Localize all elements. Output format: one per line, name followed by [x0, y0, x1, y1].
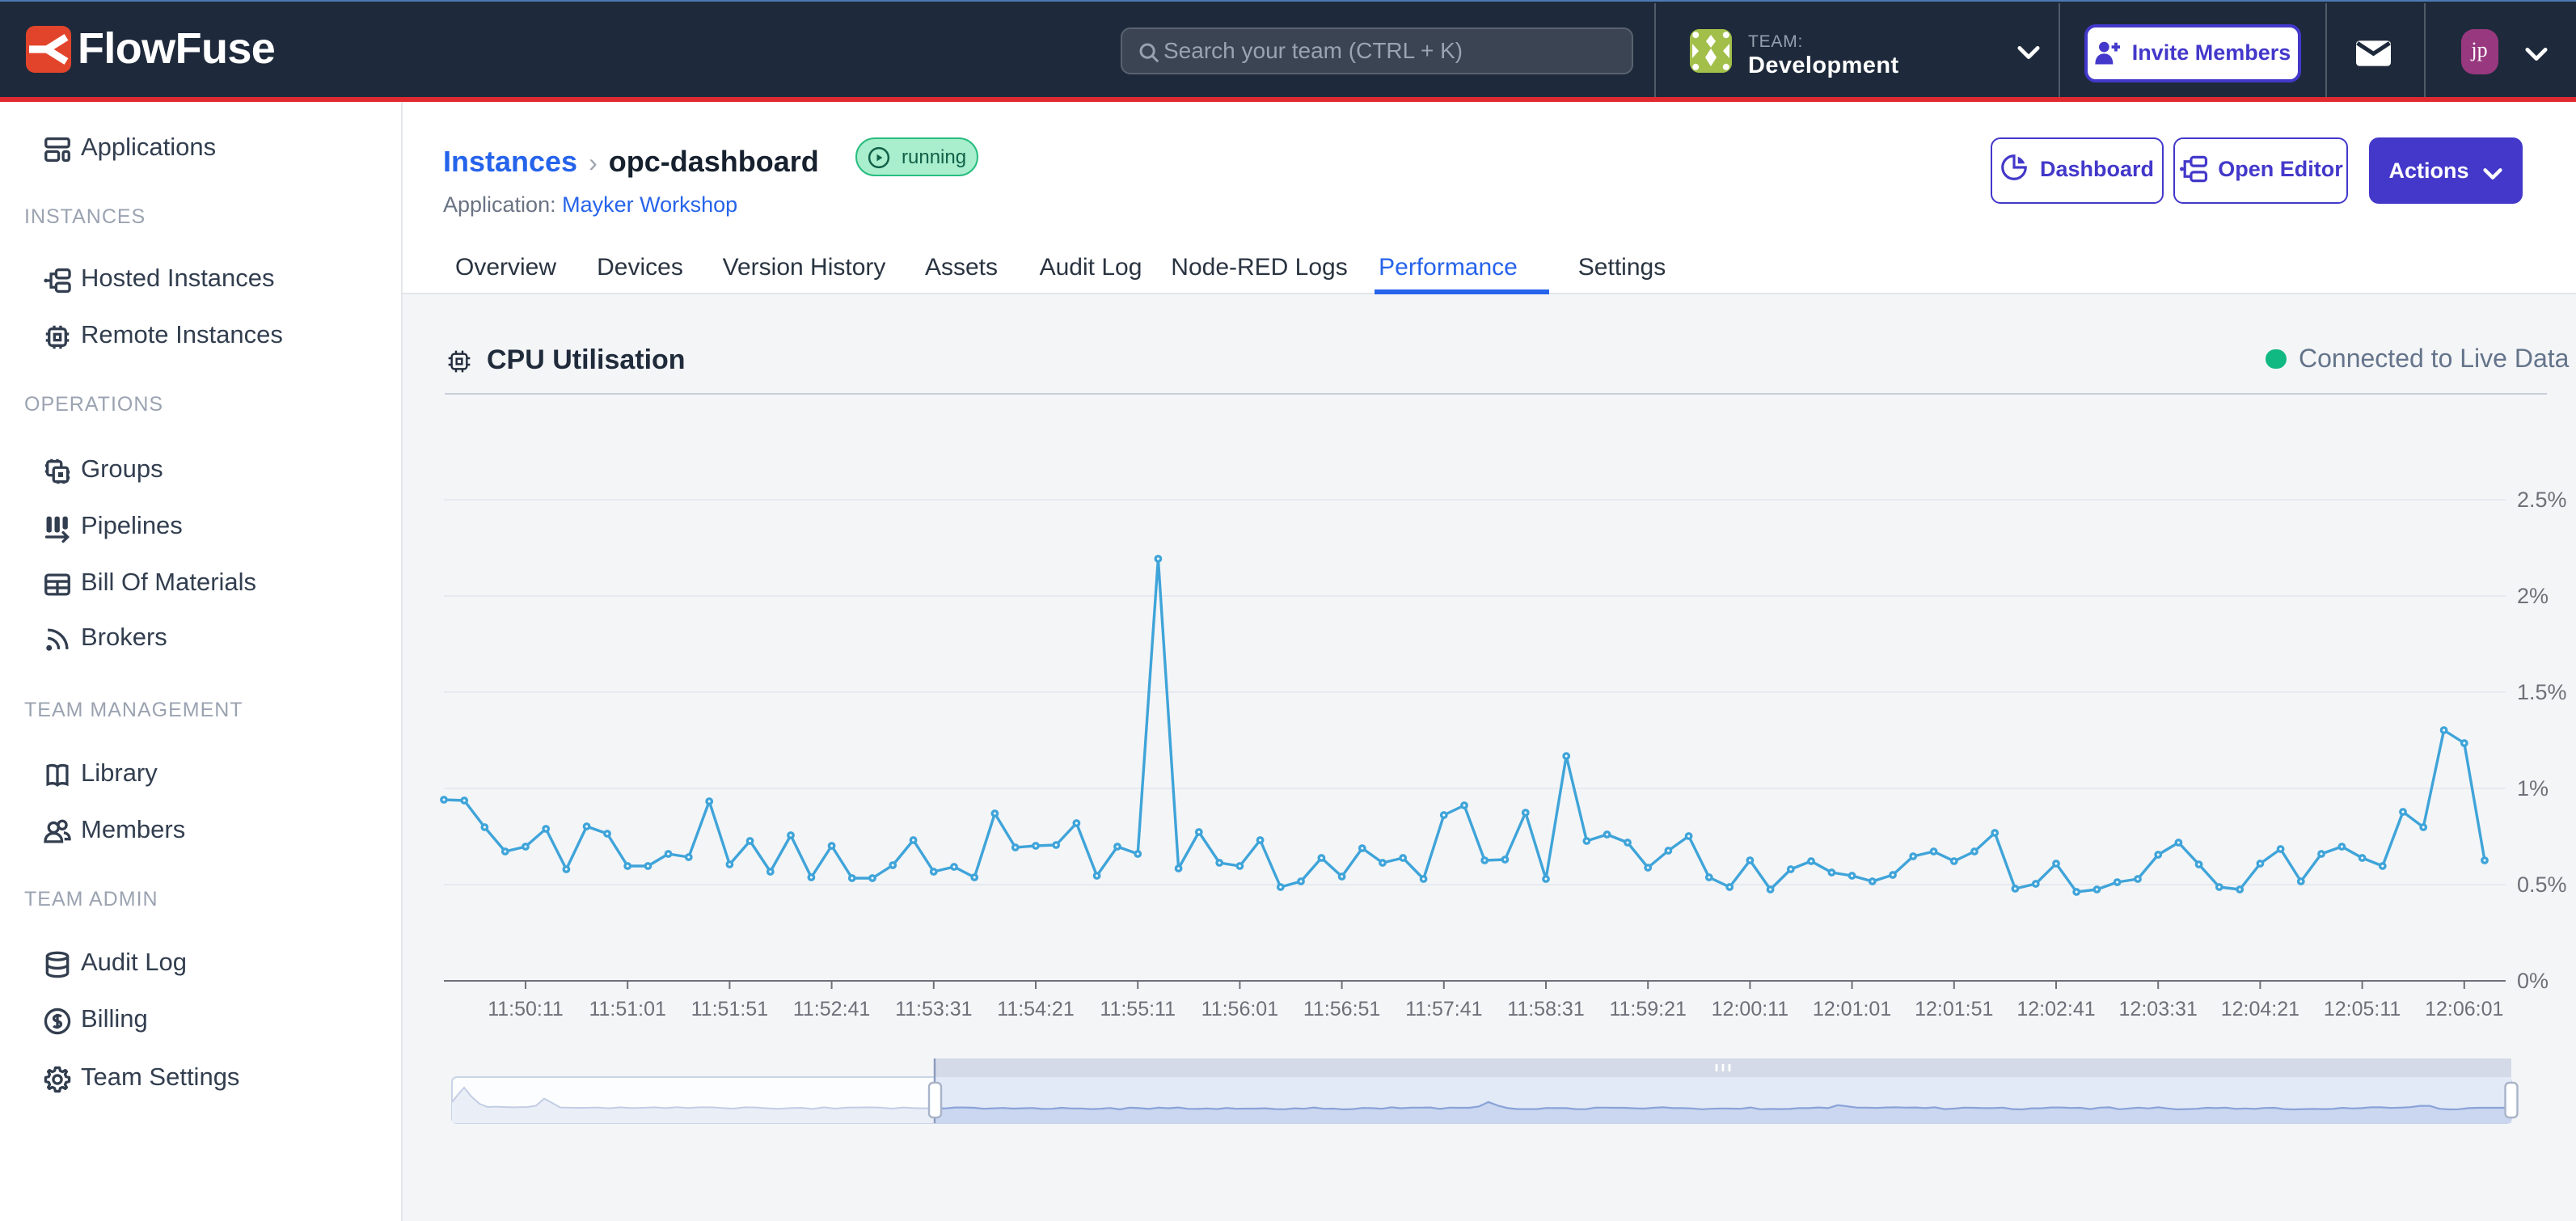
svg-text:12:02:41: 12:02:41 — [2016, 997, 2094, 1020]
svg-text:2.5%: 2.5% — [2516, 487, 2566, 511]
svg-text:12:06:01: 12:06:01 — [2424, 997, 2502, 1020]
svg-text:0.5%: 0.5% — [2516, 872, 2566, 896]
svg-text:12:05:11: 12:05:11 — [2323, 997, 2400, 1020]
svg-text:11:54:21: 11:54:21 — [996, 997, 1073, 1020]
svg-text:1%: 1% — [2516, 775, 2548, 800]
svg-text:11:56:01: 11:56:01 — [1201, 997, 1277, 1020]
svg-text:11:53:31: 11:53:31 — [894, 997, 971, 1020]
svg-text:11:51:51: 11:51:51 — [690, 997, 767, 1020]
svg-text:12:04:21: 12:04:21 — [2220, 997, 2299, 1020]
svg-text:11:52:41: 11:52:41 — [792, 997, 869, 1020]
svg-text:11:55:11: 11:55:11 — [1099, 997, 1175, 1020]
svg-text:11:57:41: 11:57:41 — [1404, 997, 1481, 1020]
svg-text:11:51:01: 11:51:01 — [588, 997, 665, 1020]
svg-text:11:59:21: 11:59:21 — [1608, 997, 1685, 1020]
svg-text:11:50:11: 11:50:11 — [487, 997, 563, 1020]
svg-text:11:56:51: 11:56:51 — [1303, 997, 1379, 1020]
svg-text:2%: 2% — [2516, 583, 2548, 607]
svg-text:12:03:31: 12:03:31 — [2118, 997, 2197, 1020]
svg-text:0%: 0% — [2516, 968, 2548, 992]
svg-text:1.5%: 1.5% — [2516, 679, 2566, 703]
svg-text:12:00:11: 12:00:11 — [1711, 997, 1788, 1020]
svg-text:11:58:31: 11:58:31 — [1506, 997, 1583, 1020]
svg-text:12:01:51: 12:01:51 — [1914, 997, 1992, 1020]
svg-text:12:01:01: 12:01:01 — [1812, 997, 1890, 1020]
